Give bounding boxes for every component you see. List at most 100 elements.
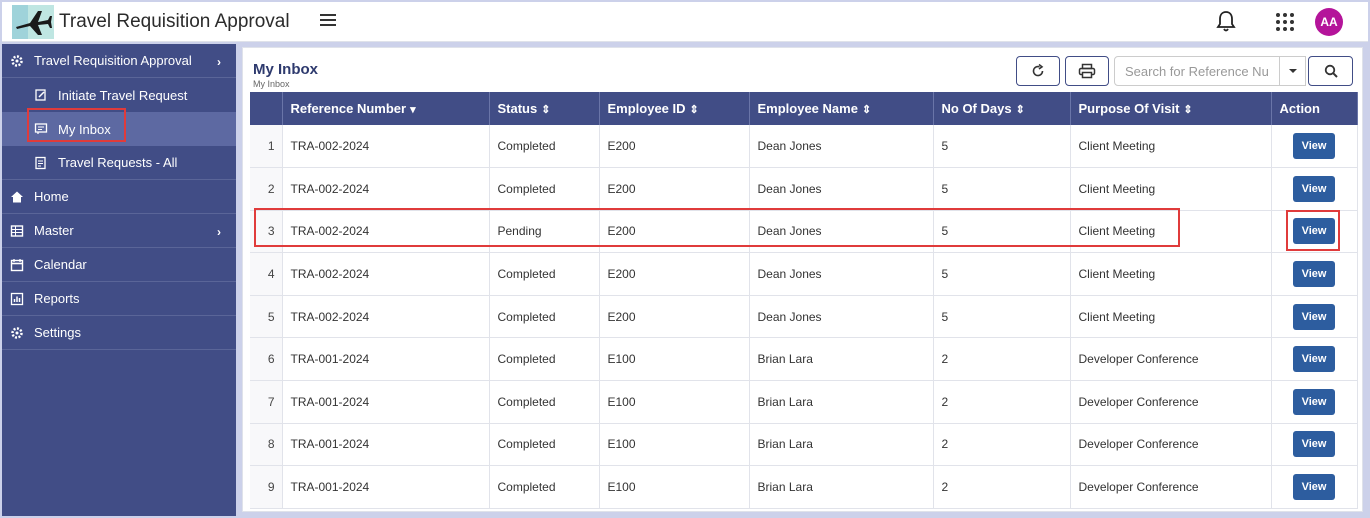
avatar[interactable]: AA xyxy=(1315,8,1343,36)
cell-status: Completed xyxy=(489,125,600,169)
cell-name: Dean Jones xyxy=(749,125,934,169)
caret-down-icon xyxy=(1288,69,1297,73)
cell-n: 1 xyxy=(250,125,283,169)
cell-purpose: Client Meeting xyxy=(1070,252,1272,296)
refresh-button[interactable] xyxy=(1016,56,1060,86)
cell-emp-id: E200 xyxy=(599,252,750,296)
inbox-panel: My Inbox My Inbox Reference Number▾ Stat… xyxy=(242,47,1363,512)
view-button[interactable]: View xyxy=(1293,303,1335,330)
cell-name: Brian Lara xyxy=(749,337,934,382)
sort-desc-icon: ▾ xyxy=(410,104,416,116)
table-row: 8 TRA-001-2024 Completed E100 Brian Lara 2 Dev… xyxy=(250,423,1358,467)
cell-ref: TRA-001-2024 xyxy=(282,337,490,382)
sidebar-item-travel-requisition-approval[interactable]: Travel Requisition Approval › xyxy=(2,44,236,78)
sidebar-item-reports[interactable]: Reports xyxy=(2,282,236,316)
chart-icon xyxy=(10,292,24,306)
view-button[interactable]: View xyxy=(1293,431,1335,458)
cell-purpose: Client Meeting xyxy=(1070,125,1272,169)
cell-status: Completed xyxy=(489,252,600,296)
cell-n: 6 xyxy=(250,337,283,382)
view-button[interactable]: View xyxy=(1293,175,1335,202)
table-row: 4 TRA-002-2024 Completed E200 Dean Jones 5 Cli… xyxy=(250,252,1358,296)
column-header-employee-id[interactable]: Employee ID ⇕ xyxy=(599,92,750,125)
cell-ref: TRA-001-2024 xyxy=(282,465,490,509)
cell-status: Pending xyxy=(489,210,600,254)
cell-name: Dean Jones xyxy=(749,252,934,296)
cell-days: 5 xyxy=(933,167,1071,211)
cell-purpose: Client Meeting xyxy=(1070,210,1272,254)
cell-action: View xyxy=(1271,252,1358,296)
sort-icon: ⇕ xyxy=(689,104,699,116)
search-icon xyxy=(1324,64,1338,78)
cell-name: Brian Lara xyxy=(749,465,934,509)
column-header-purpose-of-visit[interactable]: Purpose Of Visit ⇕ xyxy=(1070,92,1272,125)
cell-ref: TRA-002-2024 xyxy=(282,295,490,339)
sidebar-item-label: Travel Requests - All xyxy=(58,155,178,170)
sidebar-item-travel-requests-all[interactable]: Travel Requests - All xyxy=(2,146,236,180)
cell-status: Completed xyxy=(489,337,600,382)
cell-ref: TRA-001-2024 xyxy=(282,380,490,424)
cell-emp-id: E200 xyxy=(599,210,750,254)
column-header-reference-number[interactable]: Reference Number ▾ xyxy=(282,92,490,125)
search-button[interactable] xyxy=(1308,56,1353,86)
sidebar-item-settings[interactable]: Settings xyxy=(2,316,236,350)
cell-purpose: Developer Conference xyxy=(1070,337,1272,382)
cell-days: 5 xyxy=(933,252,1071,296)
cell-emp-id: E100 xyxy=(599,337,750,382)
table-header-row: Reference Number ▾ Status ⇕ Employee ID ⇕ E… xyxy=(250,92,1358,125)
column-header-no-of-days[interactable]: No Of Days ⇕ xyxy=(933,92,1071,125)
cell-n: 8 xyxy=(250,423,283,467)
cell-emp-id: E200 xyxy=(599,125,750,169)
view-button[interactable]: View xyxy=(1293,474,1335,501)
sort-icon: ⇕ xyxy=(1183,104,1193,116)
apps-grid-icon[interactable] xyxy=(1274,11,1294,31)
requests-table: Reference Number ▾ Status ⇕ Employee ID ⇕ E… xyxy=(250,92,1358,509)
sidebar-item-master[interactable]: Master › xyxy=(2,214,236,248)
cell-purpose: Client Meeting xyxy=(1070,295,1272,339)
cell-n: 2 xyxy=(250,167,283,211)
hamburger-menu-icon[interactable] xyxy=(318,11,338,31)
cell-purpose: Developer Conference xyxy=(1070,380,1272,424)
sort-icon: ⇕ xyxy=(541,104,551,116)
cell-ref: TRA-002-2024 xyxy=(282,252,490,296)
cell-days: 2 xyxy=(933,423,1071,467)
column-header-status[interactable]: Status ⇕ xyxy=(489,92,600,125)
view-button[interactable]: View xyxy=(1293,388,1335,415)
sidebar-item-label: Calendar xyxy=(34,257,87,272)
bell-icon[interactable] xyxy=(1215,9,1237,33)
view-button[interactable]: View xyxy=(1293,346,1335,373)
cell-emp-id: E100 xyxy=(599,465,750,509)
cell-days: 2 xyxy=(933,380,1071,424)
print-button[interactable] xyxy=(1065,56,1109,86)
column-header-index xyxy=(250,92,283,125)
gear-icon xyxy=(11,55,23,67)
cell-name: Brian Lara xyxy=(749,423,934,467)
highlight-box xyxy=(27,108,126,142)
sidebar-item-initiate-travel-request[interactable]: Initiate Travel Request xyxy=(2,78,236,112)
search-filter-dropdown[interactable] xyxy=(1280,56,1306,86)
view-button[interactable]: View xyxy=(1293,261,1335,288)
list-icon xyxy=(35,156,46,170)
sidebar-item-calendar[interactable]: Calendar xyxy=(2,248,236,282)
cell-n: 7 xyxy=(250,380,283,424)
view-button[interactable]: View xyxy=(1293,218,1335,245)
sidebar-item-home[interactable]: Home xyxy=(2,180,236,214)
cell-ref: TRA-002-2024 xyxy=(282,210,490,254)
search-input[interactable] xyxy=(1114,56,1280,86)
cell-status: Completed xyxy=(489,167,600,211)
printer-icon xyxy=(1078,63,1096,79)
cell-days: 2 xyxy=(933,337,1071,382)
top-bar: Travel Requisition Approval AA xyxy=(2,2,1368,42)
view-button[interactable]: View xyxy=(1293,133,1335,160)
sidebar-item-label: Reports xyxy=(34,291,80,306)
cell-ref: TRA-002-2024 xyxy=(282,125,490,169)
cell-action: View xyxy=(1271,380,1358,424)
app-title: Travel Requisition Approval xyxy=(59,11,290,32)
table-row: 9 TRA-001-2024 Completed E100 Brian Lara 2 Dev… xyxy=(250,465,1358,509)
page-title: My Inbox xyxy=(253,61,319,78)
cell-n: 5 xyxy=(250,295,283,339)
cell-n: 9 xyxy=(250,465,283,509)
sidebar-item-label: Travel Requisition Approval xyxy=(34,53,192,68)
column-header-employee-name[interactable]: Employee Name ⇕ xyxy=(749,92,934,125)
cell-purpose: Client Meeting xyxy=(1070,167,1272,211)
